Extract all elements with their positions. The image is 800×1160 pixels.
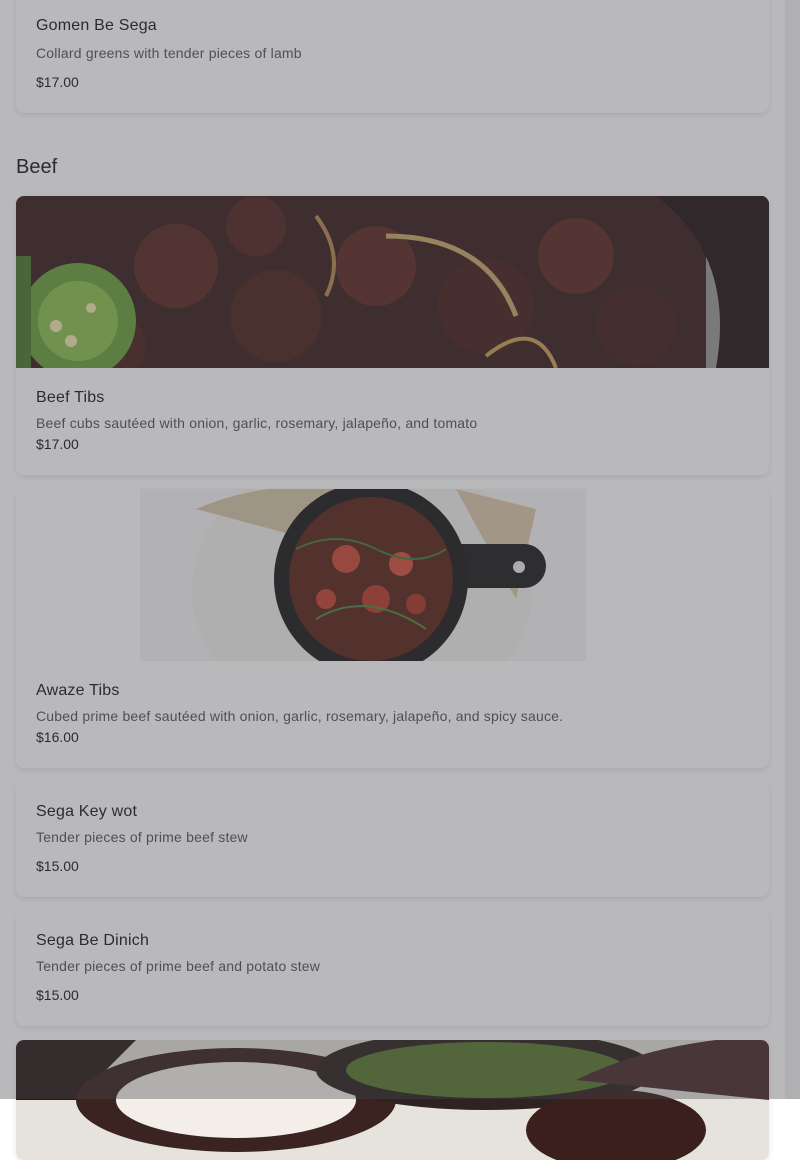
scrollbar[interactable]: [785, 0, 800, 1099]
menu-item-price: $17.00: [36, 74, 79, 90]
menu-item-image: [16, 196, 769, 368]
menu-item-name: Sega Be Dinich: [36, 932, 150, 949]
menu-item-card[interactable]: Sega Be Dinich Tender pieces of prime be…: [16, 911, 769, 1026]
menu-item-price: $17.00: [36, 436, 79, 452]
menu-item-name: Awaze Tibs: [36, 682, 120, 699]
next-item-photo: [16, 1040, 769, 1160]
menu-item-price: $15.00: [36, 987, 79, 1003]
menu-item-image: [16, 489, 769, 661]
menu-item-description: Beef cubs sautéed with onion, garlic, ro…: [36, 415, 478, 431]
awaze-tibs-photo: [16, 489, 769, 661]
menu-item-card[interactable]: Beef Tibs Beef cubs sautéed with onion, …: [16, 196, 769, 475]
menu-item-card[interactable]: Gomen Be Sega Collard greens with tender…: [16, 0, 769, 113]
section-title: Beef: [16, 156, 58, 178]
menu-item-card[interactable]: Awaze Tibs Cubed prime beef sautéed with…: [16, 489, 769, 768]
menu-item-card[interactable]: [16, 1040, 769, 1160]
menu-item-description: Tender pieces of prime beef and potato s…: [36, 958, 321, 974]
menu-item-price: $15.00: [36, 858, 79, 874]
menu-item-name: Sega Key wot: [36, 803, 138, 820]
menu-item-name: Gomen Be Sega: [36, 17, 157, 34]
menu-item-description: Cubed prime beef sautéed with onion, gar…: [36, 708, 564, 724]
menu-item-card[interactable]: Sega Key wot Tender pieces of prime beef…: [16, 782, 769, 897]
menu-item-description: Collard greens with tender pieces of lam…: [36, 45, 302, 61]
beef-tibs-photo: [16, 196, 769, 368]
menu-item-price: $16.00: [36, 729, 79, 745]
menu-item-image: [16, 1040, 769, 1160]
menu-item-name: Beef Tibs: [36, 389, 105, 406]
menu-item-description: Tender pieces of prime beef stew: [36, 829, 248, 845]
